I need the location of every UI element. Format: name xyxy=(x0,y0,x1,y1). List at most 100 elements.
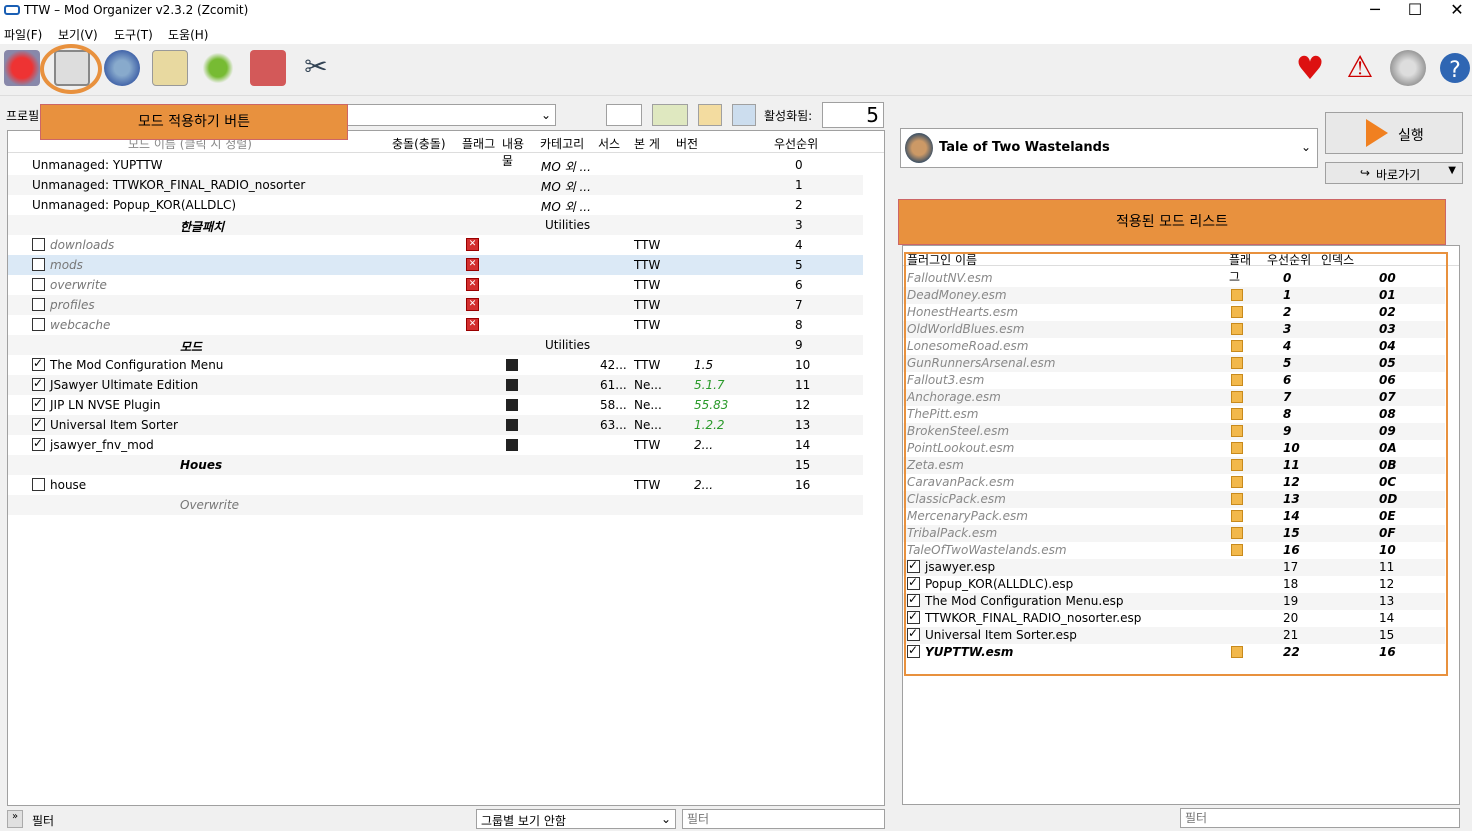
game-cell: TTW xyxy=(634,258,661,272)
update-icon[interactable] xyxy=(1390,50,1426,86)
mod-name: mods xyxy=(50,258,83,272)
mod-row[interactable]: JSawyer Ultimate Edition 61... Ne... 5.1.7 1… xyxy=(8,375,863,395)
mod-row[interactable]: jsawyer_fnv_mod TTW 2... 14 xyxy=(8,435,863,455)
app-icon xyxy=(4,5,20,15)
toolbar: ✂ ♥ ⚠ ? xyxy=(0,44,1472,96)
menu-help[interactable]: 도움(H) xyxy=(168,26,208,43)
tools-icon[interactable]: ✂ xyxy=(298,50,334,86)
restore-backup-button[interactable] xyxy=(698,104,722,126)
executable-select[interactable]: Tale of Two Wastelands ⌄ xyxy=(900,128,1318,168)
col-conflicts[interactable]: 충돌(충돌) xyxy=(392,135,446,152)
help-icon[interactable]: ? xyxy=(1440,53,1470,83)
gear-icon[interactable] xyxy=(200,50,236,86)
executables-icon[interactable] xyxy=(250,50,286,86)
expand-button[interactable]: » xyxy=(7,810,23,828)
mod-name: webcache xyxy=(50,318,111,332)
mod-checkbox[interactable] xyxy=(32,318,45,331)
menu-file[interactable]: 파일(F) xyxy=(4,26,42,43)
mod-filter-input[interactable] xyxy=(682,809,885,829)
mod-row[interactable]: overwrite ✕ TTW 6 xyxy=(8,275,863,295)
col-category[interactable]: 카테고리 xyxy=(540,135,584,152)
plugin-filter-input[interactable] xyxy=(1180,808,1460,828)
col-game[interactable]: 본 게 xyxy=(634,135,660,152)
create-backup-button[interactable] xyxy=(732,104,756,126)
overwrite-row[interactable]: Overwrite xyxy=(8,495,863,515)
profile-icon[interactable] xyxy=(152,50,188,86)
apply-button-highlight xyxy=(40,44,102,94)
col-version[interactable]: 버전 xyxy=(676,135,698,152)
mod-checkbox[interactable] xyxy=(32,278,45,291)
dropdown-arrow-icon: ▼ xyxy=(1448,165,1456,176)
col-flags[interactable]: 플래그 xyxy=(462,135,495,152)
category-cell: Utilities xyxy=(545,218,591,232)
group-select-value: 그룹별 보기 안함 xyxy=(481,814,566,828)
separator-row[interactable]: 한글패치 Utilities 3 xyxy=(8,215,863,235)
group-select[interactable]: 그룹별 보기 안함 ⌄ xyxy=(476,809,676,829)
error-flag-icon: ✕ xyxy=(466,318,479,331)
menu-view[interactable]: 보기(V) xyxy=(58,26,98,43)
warning-icon[interactable]: ⚠ xyxy=(1342,50,1378,86)
mod-row[interactable]: Unmanaged: Popup_KOR(ALLDLC) MO 외 ... 2 xyxy=(8,195,863,215)
separator-row[interactable]: 모드 Utilities 9 xyxy=(8,335,863,355)
run-label: 실행 xyxy=(1398,128,1424,144)
mod-row[interactable]: profiles ✕ TTW 7 xyxy=(8,295,863,315)
executable-name: Tale of Two Wastelands xyxy=(939,140,1110,155)
error-flag-icon: ✕ xyxy=(466,298,479,311)
tools-dropdown[interactable] xyxy=(606,104,642,126)
content-icon xyxy=(506,359,518,371)
error-flag-icon: ✕ xyxy=(466,258,479,271)
category-cell: Utilities xyxy=(545,338,591,352)
mod-list[interactable]: 모드 이름 (클릭 시 정렬) 충돌(충돌) 플래그 내용물 카테고리 서스 본… xyxy=(7,130,885,806)
nexus-globe-icon[interactable] xyxy=(104,50,140,86)
mod-name: house xyxy=(50,478,87,492)
mod-checkbox[interactable] xyxy=(32,356,45,371)
close-button[interactable]: ✕ xyxy=(1434,0,1472,22)
mod-row[interactable]: house TTW 2... 16 xyxy=(8,475,863,495)
separator-name: 모드 xyxy=(180,340,203,354)
priority-cell: 10 xyxy=(795,358,811,372)
chevron-down-icon: ⌄ xyxy=(540,108,551,122)
mod-checkbox[interactable] xyxy=(32,416,45,431)
mod-row[interactable]: The Mod Configuration Menu 42... TTW 1.5 10 xyxy=(8,355,863,375)
col-source[interactable]: 서스 xyxy=(598,135,620,152)
error-flag-icon: ✕ xyxy=(466,238,479,251)
priority-cell: 6 xyxy=(795,278,803,292)
game-cell: TTW xyxy=(634,318,661,332)
mod-row[interactable]: webcache ✕ TTW 8 xyxy=(8,315,863,335)
category-cell: MO 외 ... xyxy=(541,200,591,214)
play-icon xyxy=(1366,119,1388,147)
version-cell: 2... xyxy=(694,478,714,492)
mod-checkbox[interactable] xyxy=(32,436,45,451)
separator-row[interactable]: Houes 15 xyxy=(8,455,863,475)
priority-cell: 11 xyxy=(795,378,811,392)
mod-row[interactable]: Unmanaged: TTWKOR_FINAL_RADIO_nosorter MO… xyxy=(8,175,863,195)
priority-cell: 14 xyxy=(795,438,811,452)
mod-row[interactable]: mods ✕ TTW 5 xyxy=(8,255,863,275)
mod-checkbox[interactable] xyxy=(32,238,45,251)
shortcut-button[interactable]: ↪ 바로가기 ▼ xyxy=(1325,162,1463,184)
game-cell: TTW xyxy=(634,278,661,292)
separator-name: Houes xyxy=(180,458,223,472)
mod-checkbox[interactable] xyxy=(32,396,45,411)
priority-cell: 13 xyxy=(795,418,811,432)
run-button[interactable]: 실행 xyxy=(1325,112,1463,154)
instance-icon[interactable] xyxy=(4,50,40,86)
mod-checkbox[interactable] xyxy=(32,258,45,271)
col-priority[interactable]: 우선순위 xyxy=(774,135,818,152)
mod-checkbox[interactable] xyxy=(32,376,45,391)
mod-checkbox[interactable] xyxy=(32,298,45,311)
mod-row[interactable]: downloads ✕ TTW 4 xyxy=(8,235,863,255)
mod-row[interactable]: JIP LN NVSE Plugin 58... Ne... 55.83 12 xyxy=(8,395,863,415)
content-icon xyxy=(506,379,518,391)
mod-row[interactable]: Universal Item Sorter 63... Ne... 1.2.2 13 xyxy=(8,415,863,435)
menu-tools[interactable]: 도구(T) xyxy=(114,26,153,43)
mod-row[interactable]: Unmanaged: YUPTTW MO 외 ... 0 xyxy=(8,155,863,175)
priority-cell: 9 xyxy=(795,338,803,352)
version-cell: 2... xyxy=(694,438,714,452)
open-folder-button[interactable] xyxy=(652,104,688,126)
window-title: TTW – Mod Organizer v2.3.2 (Zcomit) xyxy=(24,3,249,17)
maximize-button[interactable]: ☐ xyxy=(1392,0,1438,22)
priority-cell: 8 xyxy=(795,318,803,332)
mod-checkbox[interactable] xyxy=(32,478,45,491)
heart-icon[interactable]: ♥ xyxy=(1292,50,1328,86)
